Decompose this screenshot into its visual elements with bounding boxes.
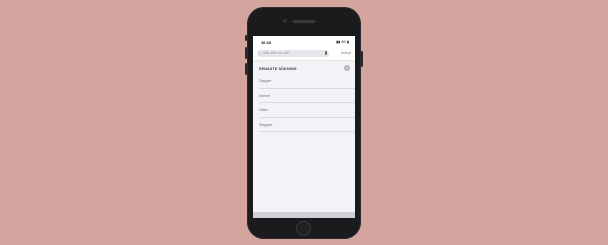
list-item-label: Sapper — [259, 79, 272, 83]
recent-searches-title: SENASTE SÖKNING — [259, 67, 297, 71]
phone-frame: 10:10 ▮▮ 4G ▮ ⌕ Sök efter du vill? Avbry… — [245, 7, 363, 239]
list-item-label: Vidta — [259, 108, 268, 112]
front-camera — [283, 19, 287, 23]
home-button[interactable] — [296, 221, 311, 236]
mute-switch — [245, 35, 247, 41]
recent-searches-list: Sapper Nervei Vidta Slapper — [253, 74, 355, 132]
list-item-label: Slapper — [259, 122, 273, 127]
screen: 10:10 ▮▮ 4G ▮ ⌕ Sök efter du vill? Avbry… — [253, 36, 355, 218]
list-item[interactable]: Vidta — [259, 103, 355, 118]
list-item[interactable]: Slapper — [259, 118, 355, 132]
status-bar: 10:10 ▮▮ 4G ▮ — [253, 36, 355, 48]
list-item[interactable]: Nervei — [259, 89, 355, 103]
cancel-button[interactable]: Avbryt — [341, 51, 351, 55]
list-item[interactable]: Sapper — [259, 74, 355, 89]
search-row: ⌕ Sök efter du vill? Avbryt — [253, 48, 355, 61]
volume-down-button — [245, 63, 247, 75]
microphone-icon[interactable] — [325, 51, 327, 55]
earpiece-speaker — [293, 20, 315, 23]
recent-searches-header: SENASTE SÖKNING × — [253, 61, 355, 75]
clear-history-icon[interactable]: × — [344, 65, 350, 71]
status-time: 10:10 — [261, 40, 272, 45]
search-icon: ⌕ — [259, 51, 262, 56]
list-item-label: Nervei — [259, 93, 270, 98]
bottom-bar — [253, 212, 355, 218]
volume-up-button — [245, 47, 247, 59]
search-input[interactable]: ⌕ Sök efter du vill? — [257, 50, 329, 57]
status-indicators: ▮▮ 4G ▮ — [336, 40, 349, 44]
search-placeholder: Sök efter du vill? — [263, 51, 290, 56]
power-button — [361, 51, 363, 67]
